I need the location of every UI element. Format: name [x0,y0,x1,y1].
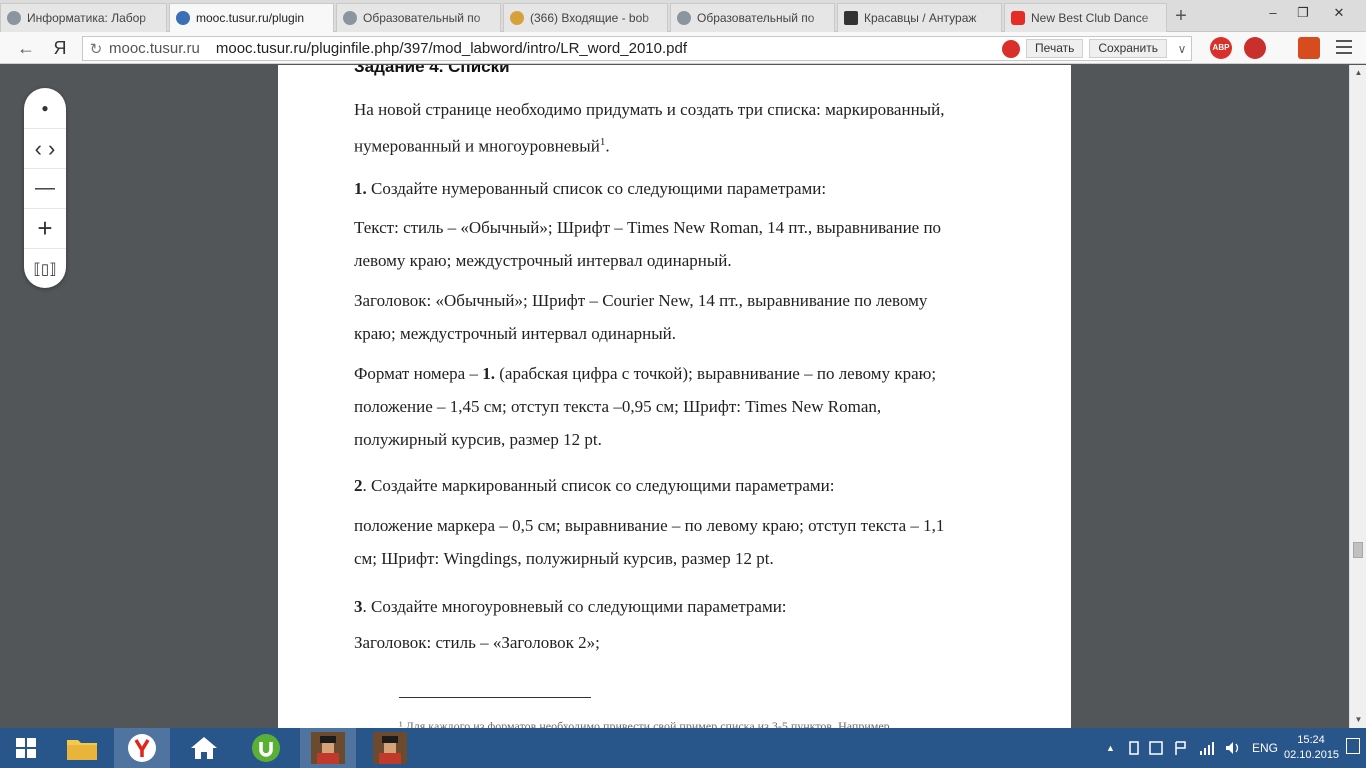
address-bar[interactable]: ↻ mooc.tusur.ru mooc.tusur.ru/pluginfile… [82,36,1192,61]
back-button[interactable]: ← [14,36,38,60]
globe-icon [343,11,357,25]
start-button[interactable] [0,728,52,768]
globe-icon [677,11,691,25]
globe-icon [176,11,190,25]
address-url[interactable]: mooc.tusur.ru/pluginfile.php/397/mod_lab… [216,40,1002,57]
home-icon [191,737,217,759]
vertical-scrollbar[interactable]: ▲ ▼ [1349,65,1366,728]
tab-obrazovatelny-2[interactable]: Образовательный по [670,3,835,32]
marker-params-paragraph: положение маркера – 0,5 см; выравнивание… [354,516,945,568]
print-button[interactable]: Печать [1026,39,1084,58]
office-extension-icon[interactable] [1298,37,1320,59]
taskbar-yandex-browser[interactable] [114,728,170,768]
mail-icon [510,11,524,25]
windows-taskbar: ▲ ENG 15:24 02.10.2015 [0,728,1366,768]
yandex-browser-icon [128,734,156,762]
browser-toolbar: ← Я ↻ mooc.tusur.ru mooc.tusur.ru/plugin… [0,32,1366,64]
stop-sign-icon[interactable] [1244,37,1266,59]
task-heading: Задание 4. Списки [354,65,510,76]
language-indicator[interactable]: ENG [1252,728,1278,768]
heading-params-paragraph: Заголовок: «Обычный»; Шрифт – Courier Ne… [354,291,928,343]
zoom-in-button[interactable]: + [24,208,66,248]
taskbar-home[interactable] [176,728,232,768]
fit-page-button[interactable]: ⟦▯⟧ [24,248,66,288]
tab-youtube[interactable]: New Best Club Dance [1004,3,1167,32]
youtube-icon [1011,11,1025,25]
single-page-button[interactable]: ● [24,88,66,128]
tab-strip: Информатика: Лабор mooc.tusur.ru/plugin … [0,0,1366,32]
adblock-plus-icon[interactable]: ABP [1210,37,1232,59]
list-item-3-title: 3. Создайте многоуровневый со следующими… [354,597,787,616]
folder-icon [67,740,97,760]
tab-mooc-pdf[interactable]: mooc.tusur.ru/plugin [169,3,334,32]
adblock-stop-icon[interactable] [1002,39,1021,58]
intro-paragraph: На новой странице необходимо придумать и… [354,100,945,156]
taskbar-game-window-2[interactable] [362,728,418,768]
tab-informatika[interactable]: Информатика: Лабор [0,3,167,32]
usb-device-icon [1129,741,1139,755]
scroll-down-arrow[interactable]: ▼ [1350,712,1366,728]
tray-overflow-button[interactable]: ▲ [1106,728,1120,768]
signal-icon [1200,742,1214,755]
address-domain: mooc.tusur.ru [109,40,200,57]
footnote-text: ¹ Для каждого из форматов необходимо при… [399,719,890,728]
notification-icon[interactable] [1346,738,1360,754]
taskbar-game-window-1[interactable] [300,728,356,768]
game-avatar-icon [373,732,407,764]
system-clock[interactable]: 15:24 02.10.2015 [1284,733,1339,763]
reload-icon[interactable]: ↻ [83,40,109,58]
tray-icons [1128,728,1248,768]
globe-icon [7,11,21,25]
scroll-thumb[interactable] [1353,542,1363,558]
utorrent-icon [252,734,280,762]
list-item-1-title: 1. Создайте нумерованный список со следу… [354,179,827,198]
chevron-down-icon[interactable]: ∨ [1173,42,1191,56]
tab-inbox[interactable]: (366) Входящие - bob [503,3,668,32]
zoom-out-button[interactable]: — [24,168,66,208]
speaker-icon [1226,742,1239,754]
pdf-viewer[interactable]: Задание 4. Списки На новой странице необ… [0,65,1366,728]
multilevel-params-paragraph: Заголовок: стиль – «Заголовок 2»; [354,633,600,652]
window-icon [1149,741,1163,755]
game-avatar-icon [311,732,345,764]
list-item-2-title: 2. Создайте маркированный список со след… [354,476,835,495]
windows-logo-icon [16,738,36,758]
taskbar-file-explorer[interactable] [54,728,110,768]
yandex-home-button[interactable]: Я [48,36,72,60]
number-format-paragraph: Формат номера – 1. (арабская цифра с точ… [354,364,937,449]
pdf-zoom-toolbar: ● ‹ › — + ⟦▯⟧ [24,88,66,288]
save-button[interactable]: Сохранить [1089,39,1167,58]
film-icon [844,11,858,25]
new-tab-button[interactable]: + [1170,4,1192,28]
restore-button[interactable]: ❐ [1290,2,1316,24]
pdf-page: Задание 4. Списки На новой странице необ… [278,65,1071,728]
close-window-button[interactable]: ✕ [1326,2,1352,24]
minimize-button[interactable]: – [1260,2,1286,24]
taskbar-utorrent[interactable] [238,728,294,768]
tab-obrazovatelny-1[interactable]: Образовательный по [336,3,501,32]
text-params-paragraph: Текст: стиль – «Обычный»; Шрифт – Times … [354,218,942,270]
tab-krasavtsy[interactable]: Красавцы / Антураж [837,3,1002,32]
scroll-up-arrow[interactable]: ▲ [1350,65,1366,81]
browser-menu-button[interactable] [1332,36,1356,60]
footnote-divider [399,697,591,698]
page-nav-button[interactable]: ‹ › [24,128,66,168]
flag-icon [1175,741,1186,755]
